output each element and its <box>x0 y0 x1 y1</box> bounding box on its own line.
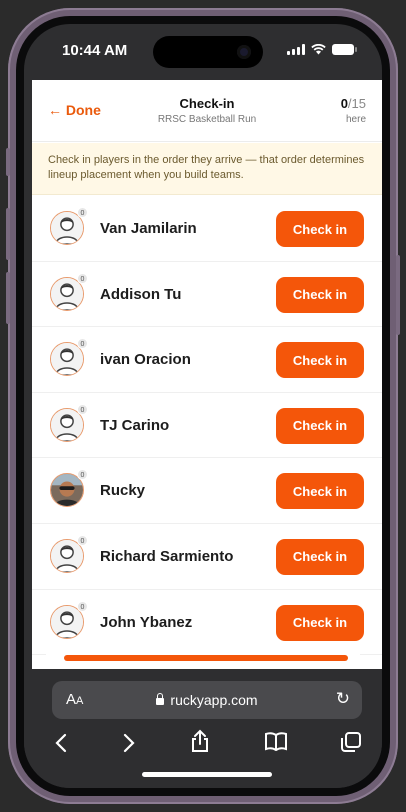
player-list: 0 Van Jamilarin Check in 0 Addison Tu Check i… <box>32 196 382 656</box>
games-count-badge: 0 <box>77 600 88 612</box>
app-view: ← Done Check-in RRSC Basketball Run 0/15… <box>32 80 382 670</box>
wifi-icon <box>311 44 326 55</box>
player-name: TJ Carino <box>100 416 170 434</box>
dynamic-island <box>153 36 263 68</box>
page-subtitle: RRSC Basketball Run <box>157 114 257 125</box>
check-in-button[interactable]: Check in <box>276 342 364 379</box>
reload-icon[interactable]: ↻ <box>336 689 350 709</box>
checkin-count: 0/15 <box>341 96 366 111</box>
player-row: 0 Addison Tu Check in <box>32 262 382 328</box>
power-button <box>396 255 400 335</box>
info-banner: Check in players in the order they arriv… <box>32 143 382 195</box>
player-name: Richard Sarmiento <box>100 547 234 565</box>
player-name: ivan Oracion <box>100 351 191 369</box>
volume-down-button <box>6 272 10 324</box>
page-title: Check-in <box>179 96 235 111</box>
bottom-progress-bar <box>64 655 348 661</box>
battery-icon <box>332 44 357 55</box>
player-row: 0 Rucky Check in <box>32 458 382 524</box>
check-in-button[interactable]: Check in <box>276 473 364 510</box>
games-count-badge: 0 <box>77 469 88 481</box>
bookmarks-icon[interactable] <box>264 731 288 751</box>
system-icons <box>287 44 357 55</box>
lock-icon <box>156 693 165 705</box>
safari-toolbar: AA ruckyapp.com ↻ <box>24 669 382 788</box>
back-icon[interactable] <box>54 733 68 753</box>
checkin-count-label: here <box>345 114 366 125</box>
games-count-badge: 0 <box>77 338 88 350</box>
cellular-signal-icon <box>287 44 305 55</box>
action-button <box>6 148 10 176</box>
games-count-badge: 0 <box>77 534 88 546</box>
games-count-badge: 0 <box>77 207 88 218</box>
screen: 10:44 AM ← Done Check-in RRSC Basketball… <box>24 24 382 788</box>
tabs-icon[interactable] <box>340 731 362 753</box>
home-indicator[interactable] <box>142 772 272 777</box>
check-in-button[interactable]: Check in <box>276 407 364 444</box>
player-row: 0 TJ Carino Check in <box>32 393 382 459</box>
share-icon[interactable] <box>190 729 210 753</box>
player-name: John Ybanez <box>100 613 193 631</box>
camera-icon <box>237 45 251 59</box>
address-bar[interactable]: AA ruckyapp.com ↻ <box>52 681 362 719</box>
browser-nav-toolbar <box>24 729 382 759</box>
games-count-badge: 0 <box>77 272 88 284</box>
player-row: 0 ivan Oracion Check in <box>32 327 382 393</box>
player-row: 0 Van Jamilarin Check in <box>32 196 382 262</box>
forward-icon[interactable] <box>122 733 136 753</box>
games-count-badge: 0 <box>77 403 88 415</box>
player-name: Addison Tu <box>100 285 182 303</box>
player-row: 0 Richard Sarmiento Check in <box>32 524 382 590</box>
check-in-button[interactable]: Check in <box>276 276 364 313</box>
url-text: ruckyapp.com <box>52 692 362 708</box>
check-in-button[interactable]: Check in <box>276 538 364 575</box>
player-name: Rucky <box>100 482 146 500</box>
player-name: Van Jamilarin <box>100 220 197 237</box>
checked-in-number: 0 <box>340 96 348 111</box>
status-time: 10:44 AM <box>62 42 128 59</box>
total-number: /15 <box>347 96 366 111</box>
header: ← Done Check-in RRSC Basketball Run 0/15… <box>32 80 382 142</box>
check-in-button[interactable]: Check in <box>276 604 364 641</box>
status-bar: 10:44 AM <box>24 24 382 80</box>
check-in-button[interactable]: Check in <box>276 211 364 247</box>
volume-up-button <box>6 208 10 260</box>
